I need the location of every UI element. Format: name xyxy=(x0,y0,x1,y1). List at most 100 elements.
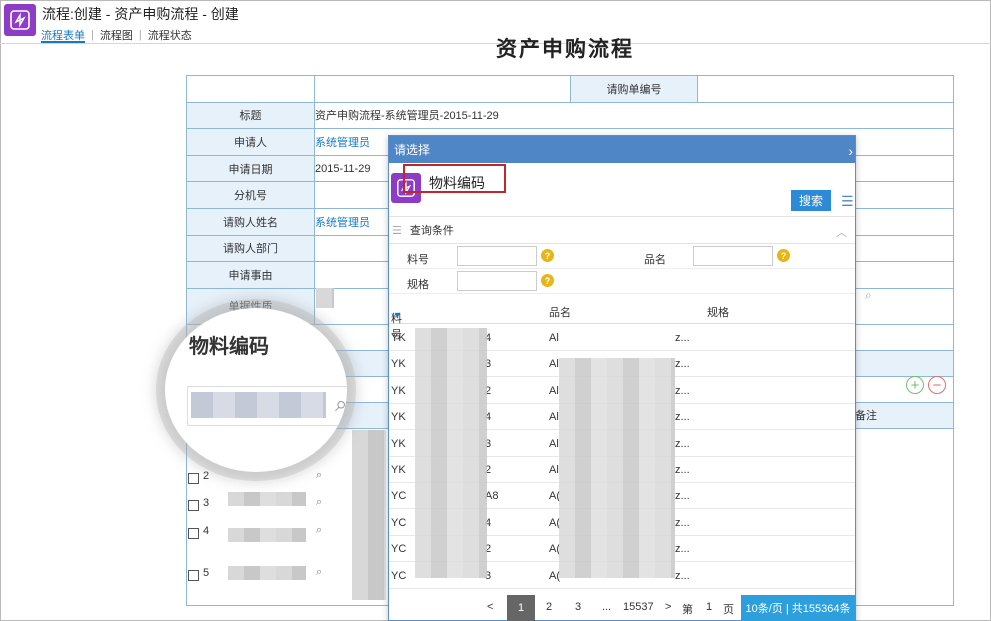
field-label: 标题 xyxy=(187,102,315,129)
row-number: 3 xyxy=(203,497,210,509)
field-label: 申请日期 xyxy=(187,155,315,182)
spec-input[interactable] xyxy=(457,271,537,291)
form-row-title: 标题 资产申购流程-系统管理员-2015-11-29 xyxy=(187,102,953,130)
row-checkbox[interactable] xyxy=(188,500,199,511)
item-name-end: z... xyxy=(675,411,690,424)
last-page-button[interactable]: 15537 xyxy=(623,601,654,613)
field-label: 申请人 xyxy=(187,129,315,155)
form-row-header: 请购单编号 xyxy=(187,76,953,103)
item-code-start: YK xyxy=(391,437,406,450)
item-name-end: z... xyxy=(675,516,690,529)
item-name-start: Al xyxy=(549,384,559,397)
chevron-up-icon[interactable]: ︿ xyxy=(836,224,847,240)
item-name-start: Al xyxy=(549,358,559,371)
query-conditions-bar[interactable]: ☰ 查询条件 ︿ xyxy=(389,216,855,244)
remark-header: 备注 xyxy=(855,410,877,423)
window-title: 流程:创建 - 资产申购流程 - 创建 xyxy=(42,6,239,22)
row-controls: + − xyxy=(906,376,946,394)
item-name-start: Al xyxy=(549,464,559,476)
select-dialog: 请选择 › 物料编码 搜索 ☰ ☰ 查询条件 ︿ 料号 ? 品名 ? 规格 ? … xyxy=(388,135,856,621)
item-code-start: YK xyxy=(391,332,406,344)
redacted-field xyxy=(228,566,306,580)
blank-cell xyxy=(315,76,570,102)
goto-page-input[interactable]: 1 xyxy=(706,601,712,613)
item-code-start: YK xyxy=(391,358,406,371)
redacted-field xyxy=(316,288,334,308)
item-code-start: YK xyxy=(391,384,406,397)
item-code-start: YK xyxy=(391,411,406,424)
goto-suffix: 页 xyxy=(723,604,734,616)
redacted-field xyxy=(228,528,306,542)
field-label: 申请事由 xyxy=(187,262,315,288)
item-name-end: z... xyxy=(675,569,690,582)
remove-row-icon[interactable]: − xyxy=(928,376,946,394)
close-icon[interactable]: › xyxy=(848,143,853,159)
query-row: 料号 ? 品名 ? xyxy=(389,244,855,269)
magnifier-overlay: 物料编码 ⌕ xyxy=(165,308,347,472)
title-value[interactable]: 资产申购流程-系统管理员-2015-11-29 xyxy=(315,103,953,129)
blank-cell xyxy=(187,76,315,102)
redacted-field xyxy=(415,328,487,578)
item-code-start: YC xyxy=(391,490,407,503)
item-code-start: YK xyxy=(391,464,406,476)
item-name-start: Al xyxy=(549,437,559,450)
row-search-icon[interactable]: ⌕ xyxy=(316,496,322,509)
redacted-field xyxy=(559,358,675,578)
row-search-icon[interactable]: ⌕ xyxy=(316,566,322,579)
item-name-end: z... xyxy=(675,358,690,371)
page-title: 资产申购流程 xyxy=(496,38,634,61)
item-name-end: z... xyxy=(675,384,690,397)
row-search-icon[interactable]: ⌕ xyxy=(316,524,322,537)
app-logo-icon xyxy=(4,4,36,36)
item-code-end: A8 xyxy=(485,490,499,503)
row-checkbox[interactable] xyxy=(188,473,199,484)
menu-icon: ☰ xyxy=(392,224,402,237)
item-name-start: Al xyxy=(549,411,559,424)
row-search-icon[interactable]: ⌕ xyxy=(316,469,322,482)
page-summary: 10条/页 | 共155364条 xyxy=(741,595,855,621)
item-name-input[interactable] xyxy=(693,246,773,266)
item-name-start: Al xyxy=(549,332,559,344)
column-header-name[interactable]: 品名 xyxy=(549,304,571,320)
list-view-icon[interactable]: ☰ xyxy=(841,193,854,210)
query-conditions-label: 查询条件 xyxy=(409,225,454,237)
req-no-value[interactable] xyxy=(698,76,953,102)
next-page-button[interactable]: > xyxy=(665,601,671,613)
pagination: < 1 2 3 ... 15537 > 第 1 页 10条/页 | 共15536… xyxy=(389,595,855,621)
item-code-start: YC xyxy=(391,569,407,582)
item-name-end: z... xyxy=(675,490,690,503)
search-button[interactable]: 搜索 xyxy=(791,190,831,211)
sort-down-icon: ▼ xyxy=(393,310,402,320)
row-checkbox[interactable] xyxy=(188,570,199,581)
magnified-label: 物料编码 xyxy=(189,336,269,358)
row-number: 2 xyxy=(203,470,210,482)
field-label: 请购人姓名 xyxy=(187,208,315,235)
item-code-start: YC xyxy=(391,543,407,556)
field-label: 品名 xyxy=(644,254,666,266)
item-code-input[interactable] xyxy=(457,246,537,266)
item-name-end: z... xyxy=(675,332,690,344)
row-checkbox[interactable] xyxy=(188,528,199,539)
dialog-title: 请选择 xyxy=(394,143,431,157)
page-3-button[interactable]: 3 xyxy=(575,601,581,613)
item-name-end: z... xyxy=(675,543,690,556)
add-row-icon[interactable]: + xyxy=(906,376,924,394)
item-code-start: YC xyxy=(391,516,407,529)
help-icon[interactable]: ? xyxy=(777,249,790,262)
help-icon[interactable]: ? xyxy=(541,249,554,262)
help-icon[interactable]: ? xyxy=(541,274,554,287)
req-no-label: 请购单编号 xyxy=(570,76,698,102)
row-number: 4 xyxy=(203,525,210,537)
lookup-search-icon[interactable]: ⌕ xyxy=(865,288,872,303)
magnified-search-icon: ⌕ xyxy=(335,391,347,416)
page-1-button[interactable]: 1 xyxy=(507,595,535,621)
redacted-field xyxy=(228,492,306,506)
query-row: 规格 ? xyxy=(389,269,855,294)
item-name-end: z... xyxy=(675,464,690,476)
field-label: 规格 xyxy=(407,279,429,291)
page-2-button[interactable]: 2 xyxy=(546,601,552,613)
redacted-field xyxy=(352,430,386,600)
highlight-box xyxy=(403,164,506,193)
column-header-spec[interactable]: 规格 xyxy=(707,304,729,320)
prev-page-button[interactable]: < xyxy=(487,601,493,613)
